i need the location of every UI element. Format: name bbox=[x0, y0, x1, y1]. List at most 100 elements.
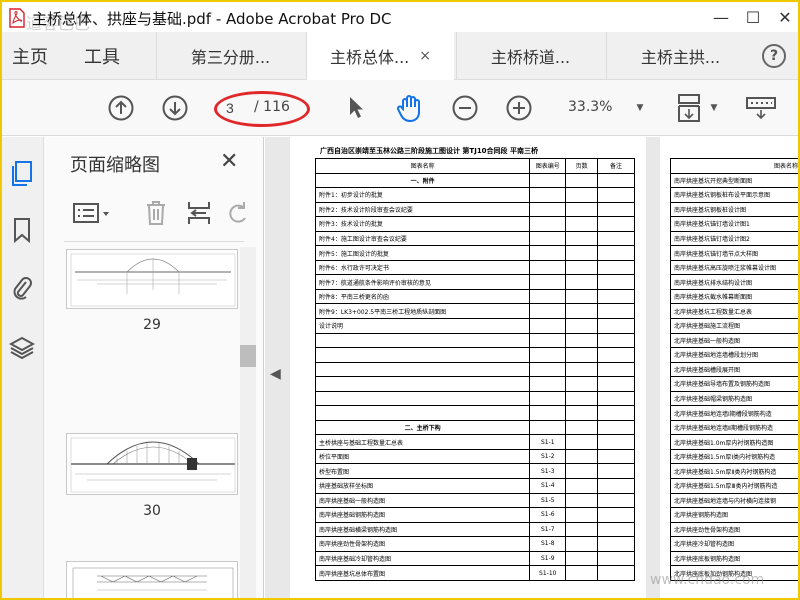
page-thumbnails-button[interactable] bbox=[8, 159, 36, 189]
previous-page-button[interactable] bbox=[106, 93, 136, 123]
rotate-icon bbox=[229, 202, 246, 223]
table-row: 北岸拱座基础帽梁钢筋构造图 bbox=[670, 390, 800, 407]
tab-document-label: 第三分册... bbox=[190, 47, 271, 67]
drawing-name-cell: 北岸拱座基础导墙布置及钢筋构造图 bbox=[670, 376, 800, 392]
page-thumbnail-30[interactable] bbox=[66, 433, 238, 495]
drawing-name-cell: 北岸拱座基础1.5m厚Ⅲ类内衬钢筋构造 bbox=[670, 478, 800, 494]
page-count-cell bbox=[565, 332, 599, 349]
page-thumbnail-29[interactable] bbox=[66, 249, 238, 309]
help-icon[interactable]: ? bbox=[762, 44, 786, 68]
insert-page-icon bbox=[188, 202, 210, 224]
page-count-cell bbox=[565, 187, 599, 203]
delete-page-button[interactable] bbox=[144, 199, 168, 231]
drawing-name-cell: 南岸拱座基坑锚钉墙设计图1 bbox=[670, 216, 800, 232]
minimize-button[interactable]: — bbox=[706, 4, 736, 30]
rotate-page-button[interactable] bbox=[226, 199, 248, 231]
next-page-button[interactable] bbox=[160, 93, 190, 123]
drawing-code-cell bbox=[529, 390, 567, 407]
page-count-cell bbox=[565, 172, 599, 189]
keyboard-button[interactable] bbox=[744, 93, 778, 123]
thumbnail-options-button[interactable] bbox=[72, 201, 112, 231]
table-row: 北岸拱座基础1.5m厚Ⅲ类内衬钢筋构造 bbox=[670, 478, 800, 494]
table-row: 北岸拱座基础1.5m厚Ⅱ类内衬钢筋构造 bbox=[670, 463, 800, 480]
collapse-panel-icon[interactable]: ◀ bbox=[270, 366, 281, 382]
remark-cell bbox=[597, 419, 635, 436]
drawing-code-cell bbox=[529, 259, 567, 276]
bookmarks-button[interactable] bbox=[8, 215, 36, 245]
page-count-cell bbox=[565, 303, 599, 320]
page-count-cell bbox=[565, 361, 599, 378]
insert-page-button[interactable] bbox=[186, 199, 212, 231]
zoom-out-button[interactable] bbox=[450, 93, 480, 123]
tab-document-4[interactable]: 主桥主拱... bbox=[606, 32, 754, 79]
select-tool-button[interactable] bbox=[344, 93, 368, 123]
table-row bbox=[314, 405, 635, 421]
scrollbar-thumb[interactable] bbox=[240, 345, 256, 367]
remark-cell bbox=[597, 507, 635, 523]
tab-document-active[interactable]: 主桥总体... × bbox=[306, 32, 454, 80]
close-icon[interactable]: ✕ bbox=[220, 149, 238, 174]
table-header-row: 图表名称 bbox=[670, 158, 800, 174]
highlight-annotation-oval bbox=[214, 91, 310, 127]
close-window-button[interactable]: ✕ bbox=[770, 4, 800, 30]
paperclip-icon bbox=[13, 277, 32, 300]
drawing-code-cell bbox=[529, 274, 567, 290]
table-row: 南岸拱座基坑锚钉墙节点大样图 bbox=[670, 245, 800, 261]
page-thumbnail-31[interactable] bbox=[66, 561, 238, 600]
chevron-down-icon: ▼ bbox=[710, 103, 718, 113]
thumbnail-panel: 页面缩略图 ✕ 29 30 bbox=[44, 137, 264, 600]
thumbnail-drawing bbox=[72, 567, 234, 600]
table-row bbox=[314, 361, 635, 378]
drawing-code-cell bbox=[529, 216, 567, 232]
table-row: 桥型布置图 S1-3 bbox=[314, 463, 635, 480]
drawing-name-cell: 设计说明 bbox=[314, 318, 531, 334]
drawing-code-cell bbox=[529, 245, 567, 261]
remark-cell bbox=[597, 448, 635, 465]
page-fit-dropdown[interactable]: ▼ bbox=[708, 93, 720, 123]
drawing-name-cell bbox=[314, 361, 531, 378]
page-count-cell bbox=[565, 259, 599, 276]
drawing-name-cell: 南岸拱座基坑总体布置图 bbox=[314, 565, 531, 581]
page-count-cell bbox=[565, 216, 599, 232]
tab-home[interactable]: 主页 bbox=[12, 32, 48, 79]
zoom-level-field[interactable]: 33.3% bbox=[568, 99, 612, 115]
keyboard-icon bbox=[746, 97, 776, 120]
column-header: 图表名称 bbox=[670, 158, 800, 174]
drawing-index-table-2: 图表名称 南岸拱座基坑开挖典型断面图 南岸拱座基坑钢板桩布设平面示意图 南岸拱座基坑… bbox=[670, 158, 800, 581]
watermark-bottom-right: www.chdao.com bbox=[650, 572, 765, 588]
table-row: 南岸拱座基础横梁钢筋构造图 S1-7 bbox=[314, 521, 635, 538]
acrobat-pdf-icon bbox=[9, 8, 25, 28]
drawing-name-cell: 附件8：平南三桥更名的函 bbox=[314, 288, 531, 305]
tab-document-3[interactable]: 主桥桥道... bbox=[456, 32, 604, 79]
zoom-in-icon bbox=[506, 95, 532, 121]
zoom-dropdown-button[interactable]: ▼ bbox=[634, 93, 646, 123]
drawing-name-cell: 南岸拱座基础横梁钢筋构造图 bbox=[314, 521, 531, 538]
tab-document-1[interactable]: 第三分册... bbox=[156, 32, 304, 79]
page-count-cell bbox=[565, 434, 599, 450]
drawing-name-cell: 附件2：技术设计阶段审查会议纪要 bbox=[314, 201, 531, 218]
drawing-name-cell: 北岸拱座基础槽段展开图 bbox=[670, 361, 800, 378]
thumbnail-drawing bbox=[70, 437, 236, 493]
table-row bbox=[314, 332, 635, 349]
page-count-cell bbox=[565, 419, 599, 436]
hand-tool-button[interactable] bbox=[394, 93, 426, 123]
tab-close-icon[interactable]: × bbox=[419, 48, 431, 64]
thumbnail-scrollbar[interactable] bbox=[240, 247, 256, 600]
page-count-cell bbox=[565, 536, 599, 552]
layers-button[interactable] bbox=[8, 333, 36, 363]
table-row: 南岸拱座基坑钢板桩设计图 bbox=[670, 201, 800, 218]
remark-cell bbox=[597, 434, 635, 450]
page-fit-button[interactable] bbox=[674, 93, 704, 123]
drawing-name-cell bbox=[314, 405, 531, 421]
attachments-button[interactable] bbox=[8, 273, 36, 303]
table-row: 北岸拱座基础地连墙Ⅱ期槽段钢筋构造 bbox=[670, 419, 800, 436]
remark-cell bbox=[597, 565, 635, 581]
table-row: 北岸拱座冷却管构造图 bbox=[670, 536, 800, 552]
maximize-button[interactable]: ☐ bbox=[738, 4, 768, 30]
page-count-cell bbox=[565, 521, 599, 538]
table-row: 北岸拱座基础槽段展开图 bbox=[670, 361, 800, 378]
table-row: 附件8：平南三桥更名的函 bbox=[314, 288, 635, 305]
page-count-cell bbox=[565, 318, 599, 334]
tab-tools[interactable]: 工具 bbox=[84, 32, 120, 79]
zoom-in-button[interactable] bbox=[504, 93, 534, 123]
